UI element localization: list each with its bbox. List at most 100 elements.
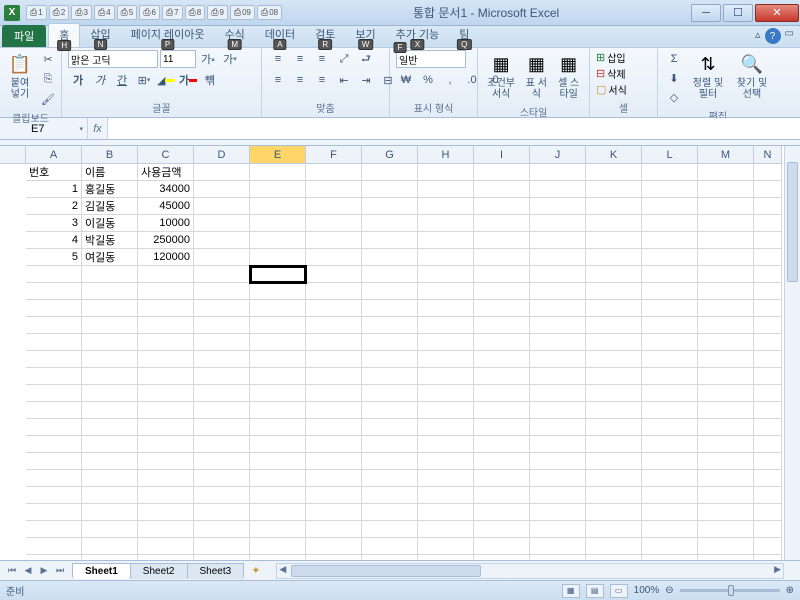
page-layout-view-button[interactable]: ▤: [586, 584, 604, 598]
decrease-font-button[interactable]: 가▾: [220, 50, 240, 68]
tab-X[interactable]: 추가 기능X: [386, 23, 450, 47]
cell-N6[interactable]: [754, 249, 782, 266]
cell-N22[interactable]: [754, 521, 782, 538]
cell-F23[interactable]: [306, 538, 362, 555]
cell-F4[interactable]: [306, 215, 362, 232]
cell-N17[interactable]: [754, 436, 782, 453]
cell-I13[interactable]: [474, 368, 530, 385]
cell-B6[interactable]: 여길동: [82, 249, 138, 266]
cell-K23[interactable]: [586, 538, 642, 555]
cell-C24[interactable]: [138, 555, 194, 560]
cell-L4[interactable]: [642, 215, 698, 232]
name-box[interactable]: ▾: [0, 118, 88, 139]
cell-L5[interactable]: [642, 232, 698, 249]
cut-button[interactable]: ✂: [38, 50, 58, 68]
cell-K5[interactable]: [586, 232, 642, 249]
cell-C20[interactable]: [138, 487, 194, 504]
cell-A3[interactable]: 2: [26, 198, 82, 215]
cell-H8[interactable]: [418, 283, 474, 300]
insert-cells-button[interactable]: ⊞삽입: [596, 50, 627, 65]
cell-D19[interactable]: [194, 470, 250, 487]
cell-G7[interactable]: [362, 266, 418, 283]
cell-I17[interactable]: [474, 436, 530, 453]
cell-G13[interactable]: [362, 368, 418, 385]
cell-D21[interactable]: [194, 504, 250, 521]
cell-J3[interactable]: [530, 198, 586, 215]
cell-E13[interactable]: [250, 368, 306, 385]
wrap-text-button[interactable]: ⮐: [356, 50, 376, 68]
cell-F22[interactable]: [306, 521, 362, 538]
delete-cells-button[interactable]: ⊟삭제: [596, 66, 627, 81]
cell-I19[interactable]: [474, 470, 530, 487]
horizontal-scroll-thumb[interactable]: [291, 565, 481, 577]
qat-button-5[interactable]: ⎙5: [117, 5, 138, 20]
maximize-button[interactable]: ☐: [723, 4, 753, 22]
cell-G5[interactable]: [362, 232, 418, 249]
formula-input[interactable]: [108, 118, 800, 139]
col-header-C[interactable]: C: [138, 146, 194, 164]
cell-H12[interactable]: [418, 351, 474, 368]
cell-H9[interactable]: [418, 300, 474, 317]
cell-J8[interactable]: [530, 283, 586, 300]
cell-E23[interactable]: [250, 538, 306, 555]
cell-H18[interactable]: [418, 453, 474, 470]
cell-D22[interactable]: [194, 521, 250, 538]
cell-J10[interactable]: [530, 317, 586, 334]
cell-L19[interactable]: [642, 470, 698, 487]
cell-C8[interactable]: [138, 283, 194, 300]
cell-B19[interactable]: [82, 470, 138, 487]
cell-J15[interactable]: [530, 402, 586, 419]
cell-B11[interactable]: [82, 334, 138, 351]
cell-L14[interactable]: [642, 385, 698, 402]
normal-view-button[interactable]: ▦: [562, 584, 580, 598]
cell-M8[interactable]: [698, 283, 754, 300]
cell-L10[interactable]: [642, 317, 698, 334]
cell-L22[interactable]: [642, 521, 698, 538]
cell-F5[interactable]: [306, 232, 362, 249]
cell-H1[interactable]: [418, 164, 474, 181]
cell-E19[interactable]: [250, 470, 306, 487]
tab-R[interactable]: 검토R: [305, 23, 345, 47]
cell-B2[interactable]: 홍길동: [82, 181, 138, 198]
cell-C13[interactable]: [138, 368, 194, 385]
cell-L24[interactable]: [642, 555, 698, 560]
cell-N16[interactable]: [754, 419, 782, 436]
cell-N2[interactable]: [754, 181, 782, 198]
cell-H15[interactable]: [418, 402, 474, 419]
cell-A9[interactable]: [26, 300, 82, 317]
cell-I20[interactable]: [474, 487, 530, 504]
cell-D9[interactable]: [194, 300, 250, 317]
font-size-select[interactable]: [160, 50, 196, 68]
zoom-slider-thumb[interactable]: [728, 585, 734, 596]
cell-K1[interactable]: [586, 164, 642, 181]
clear-button[interactable]: ◇: [664, 88, 684, 106]
cell-L13[interactable]: [642, 368, 698, 385]
page-break-view-button[interactable]: ▭: [610, 584, 628, 598]
col-header-B[interactable]: B: [82, 146, 138, 164]
cell-F2[interactable]: [306, 181, 362, 198]
cell-K14[interactable]: [586, 385, 642, 402]
cell-M17[interactable]: [698, 436, 754, 453]
cell-C14[interactable]: [138, 385, 194, 402]
cell-B12[interactable]: [82, 351, 138, 368]
cell-M2[interactable]: [698, 181, 754, 198]
cell-K11[interactable]: [586, 334, 642, 351]
cell-I5[interactable]: [474, 232, 530, 249]
format-table-button[interactable]: ▦표 서식: [522, 50, 550, 102]
cell-K17[interactable]: [586, 436, 642, 453]
cell-G6[interactable]: [362, 249, 418, 266]
cell-A10[interactable]: [26, 317, 82, 334]
new-sheet-button[interactable]: ✦: [243, 562, 268, 579]
cell-H3[interactable]: [418, 198, 474, 215]
cell-J5[interactable]: [530, 232, 586, 249]
cell-B23[interactable]: [82, 538, 138, 555]
paste-button[interactable]: 📋 붙여넣기: [6, 50, 34, 102]
cell-A23[interactable]: [26, 538, 82, 555]
cell-I14[interactable]: [474, 385, 530, 402]
qat-button-2[interactable]: ⎙2: [49, 5, 70, 20]
align-center-button[interactable]: ≡: [290, 71, 310, 89]
cell-M15[interactable]: [698, 402, 754, 419]
zoom-out-button[interactable]: ⊖: [665, 585, 673, 596]
cell-D4[interactable]: [194, 215, 250, 232]
cell-D5[interactable]: [194, 232, 250, 249]
